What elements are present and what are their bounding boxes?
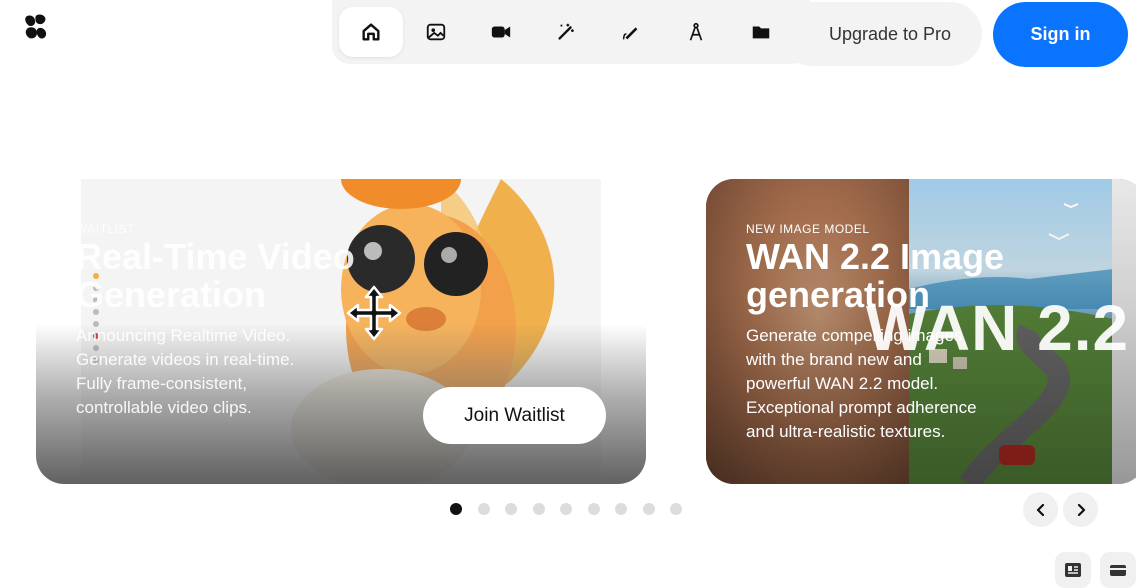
carousel-dot[interactable] — [450, 503, 462, 515]
home-icon — [362, 23, 380, 41]
chevron-right-icon — [1077, 503, 1085, 516]
train-tool-button[interactable] — [664, 7, 728, 57]
carousel-next-button[interactable] — [1063, 492, 1098, 527]
card-description: Generate compelling images with the bran… — [746, 326, 977, 441]
news-button[interactable] — [1055, 552, 1091, 588]
chevron-left-icon — [1036, 503, 1044, 516]
carousel-dot[interactable] — [642, 503, 655, 515]
enhance-tool-button[interactable] — [534, 7, 598, 57]
carousel-dot[interactable] — [560, 503, 572, 515]
image-icon — [426, 23, 446, 41]
carousel-dot[interactable] — [477, 503, 490, 515]
krea-logo-icon[interactable] — [24, 14, 48, 40]
home-button[interactable] — [339, 7, 403, 57]
image-tool-button[interactable] — [404, 7, 468, 57]
credit-card-icon — [1110, 565, 1126, 576]
card-title: WAN 2.2 Image generation — [746, 236, 1005, 315]
move-cursor-icon — [346, 285, 402, 341]
carousel-dot[interactable] — [532, 503, 545, 515]
upgrade-to-pro-button[interactable]: Upgrade to Pro — [780, 2, 982, 66]
carousel-dot[interactable] — [615, 503, 627, 515]
magic-wand-icon — [558, 23, 574, 40]
tool-navigation — [332, 0, 810, 64]
edit-tool-button[interactable] — [599, 7, 663, 57]
news-icon — [1065, 563, 1081, 577]
carousel-dot[interactable] — [505, 503, 517, 515]
carousel-pagination — [450, 503, 682, 515]
wan-image-card[interactable]: WAN 2.2 NEW IMAGE MODEL WAN 2.2 Image ge… — [706, 179, 1136, 484]
sign-in-button[interactable]: Sign in — [993, 2, 1128, 67]
video-tool-button[interactable] — [469, 7, 533, 57]
pen-icon — [622, 27, 638, 40]
card-description: Announcing Realtime Video. Generate vide… — [76, 326, 295, 417]
folder-icon — [752, 26, 770, 39]
credits-button[interactable] — [1100, 552, 1136, 588]
realtime-video-card[interactable]: WAITLIST Real-Time Video Generation Anno… — [36, 179, 646, 484]
card-eyebrow: NEW IMAGE MODEL — [746, 222, 870, 236]
video-camera-icon — [491, 26, 511, 38]
carousel-dot[interactable] — [587, 503, 600, 515]
carousel-prev-button[interactable] — [1023, 492, 1058, 527]
card-eyebrow: WAITLIST — [76, 222, 135, 236]
join-waitlist-button[interactable]: Join Waitlist — [423, 387, 606, 444]
compass-icon — [689, 22, 703, 41]
carousel-dot[interactable] — [670, 503, 682, 515]
